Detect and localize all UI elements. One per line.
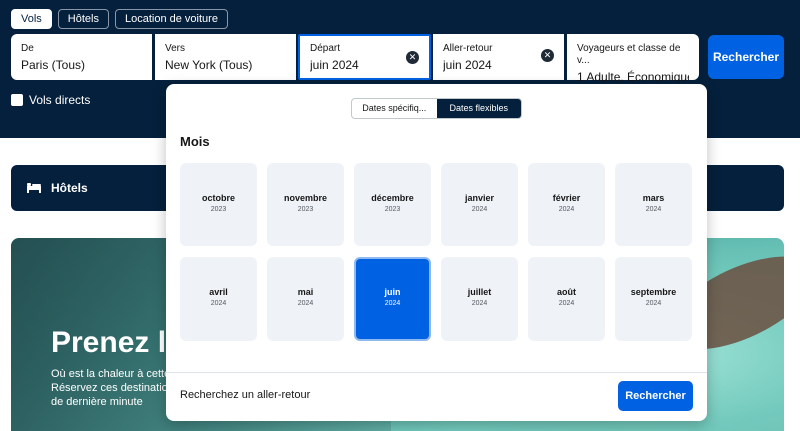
- return-label: Aller-retour: [443, 43, 493, 54]
- month-name: octobre: [201, 193, 235, 203]
- flexible-dates-option[interactable]: Dates flexibles: [436, 99, 521, 118]
- month-year: 2024: [471, 206, 488, 213]
- month-cell-selected[interactable]: juin 2024: [354, 257, 431, 341]
- month-year: 2024: [558, 300, 575, 307]
- month-name: décembre: [371, 193, 414, 203]
- return-field[interactable]: Aller-retour juin 2024 ✕: [433, 34, 564, 80]
- travellers-label: Voyageurs et classe de v...: [577, 43, 681, 66]
- month-cell[interactable]: juillet 2024: [441, 257, 518, 341]
- month-year: 2024: [471, 300, 488, 307]
- month-name: janvier: [464, 193, 495, 203]
- travellers-value: 1 Adulte, Économique: [577, 70, 689, 84]
- month-year: 2023: [384, 206, 401, 213]
- month-year: 2023: [297, 206, 314, 213]
- direct-flights-checkbox[interactable]: [11, 94, 23, 106]
- origin-field[interactable]: De Paris (Tous): [11, 34, 152, 80]
- month-year: 2024: [210, 300, 227, 307]
- month-grid: octobre 2023 novembre 2023 décembre 2023 ja…: [180, 163, 692, 341]
- search-button[interactable]: Rechercher: [708, 35, 784, 79]
- month-name: août: [557, 287, 576, 297]
- destination-label: Vers: [165, 43, 186, 54]
- month-name: novembre: [283, 193, 327, 203]
- product-tabs: Vols Hôtels Location de voiture: [11, 9, 228, 29]
- travellers-field[interactable]: Voyageurs et classe de v... 1 Adulte, Éc…: [567, 34, 699, 84]
- month-name: juin: [384, 287, 401, 297]
- month-name: septembre: [630, 287, 677, 297]
- origin-value: Paris (Tous): [21, 58, 86, 72]
- month-picker-popup: Dates spécifiq... Dates flexibles Mois o…: [166, 84, 707, 421]
- clear-departure-icon[interactable]: ✕: [406, 51, 419, 64]
- month-cell[interactable]: janvier 2024: [441, 163, 518, 246]
- departure-value: juin 2024: [310, 58, 359, 72]
- origin-label: De: [21, 43, 34, 54]
- popup-search-button[interactable]: Rechercher: [618, 381, 693, 411]
- destination-field[interactable]: Vers New York (Tous): [155, 34, 296, 80]
- hero-title: Prenez le: [51, 326, 183, 359]
- month-cell[interactable]: décembre 2023: [354, 163, 431, 246]
- hotels-bar-label: Hôtels: [51, 181, 88, 195]
- destination-value: New York (Tous): [165, 58, 253, 72]
- month-cell[interactable]: février 2024: [528, 163, 605, 246]
- date-mode-toggle: Dates spécifiq... Dates flexibles: [351, 98, 522, 119]
- departure-field[interactable]: Départ juin 2024 ✕: [298, 34, 431, 80]
- round-trip-hint: Recherchez un aller-retour: [180, 389, 311, 401]
- month-name: mars: [642, 193, 665, 203]
- month-year: 2024: [645, 206, 662, 213]
- departure-label: Départ: [310, 43, 341, 54]
- month-name: juillet: [467, 287, 492, 297]
- specific-dates-option[interactable]: Dates spécifiq...: [352, 99, 437, 118]
- month-year: 2024: [384, 300, 401, 307]
- month-year: 2024: [297, 300, 314, 307]
- tab-hotels[interactable]: Hôtels: [57, 9, 109, 29]
- bed-icon: [27, 183, 41, 193]
- month-cell[interactable]: août 2024: [528, 257, 605, 341]
- tab-car-hire[interactable]: Location de voiture: [114, 9, 228, 29]
- month-cell[interactable]: mai 2024: [267, 257, 344, 341]
- month-name: mai: [297, 287, 314, 297]
- month-cell[interactable]: mars 2024: [615, 163, 692, 246]
- direct-flights-label: Vols directs: [29, 93, 91, 107]
- month-name: avril: [209, 287, 228, 297]
- direct-flights-option[interactable]: Vols directs: [11, 93, 90, 107]
- month-cell[interactable]: novembre 2023: [267, 163, 344, 246]
- month-year: 2023: [210, 206, 227, 213]
- popup-divider: [166, 372, 707, 373]
- month-cell[interactable]: avril 2024: [180, 257, 257, 341]
- month-cell[interactable]: septembre 2024: [615, 257, 692, 341]
- tab-flights[interactable]: Vols: [11, 9, 52, 29]
- month-year: 2024: [645, 300, 662, 307]
- month-cell[interactable]: octobre 2023: [180, 163, 257, 246]
- clear-return-icon[interactable]: ✕: [541, 49, 554, 62]
- return-value: juin 2024: [443, 58, 492, 72]
- month-year: 2024: [558, 206, 575, 213]
- month-name: février: [552, 193, 581, 203]
- months-heading: Mois: [180, 134, 210, 149]
